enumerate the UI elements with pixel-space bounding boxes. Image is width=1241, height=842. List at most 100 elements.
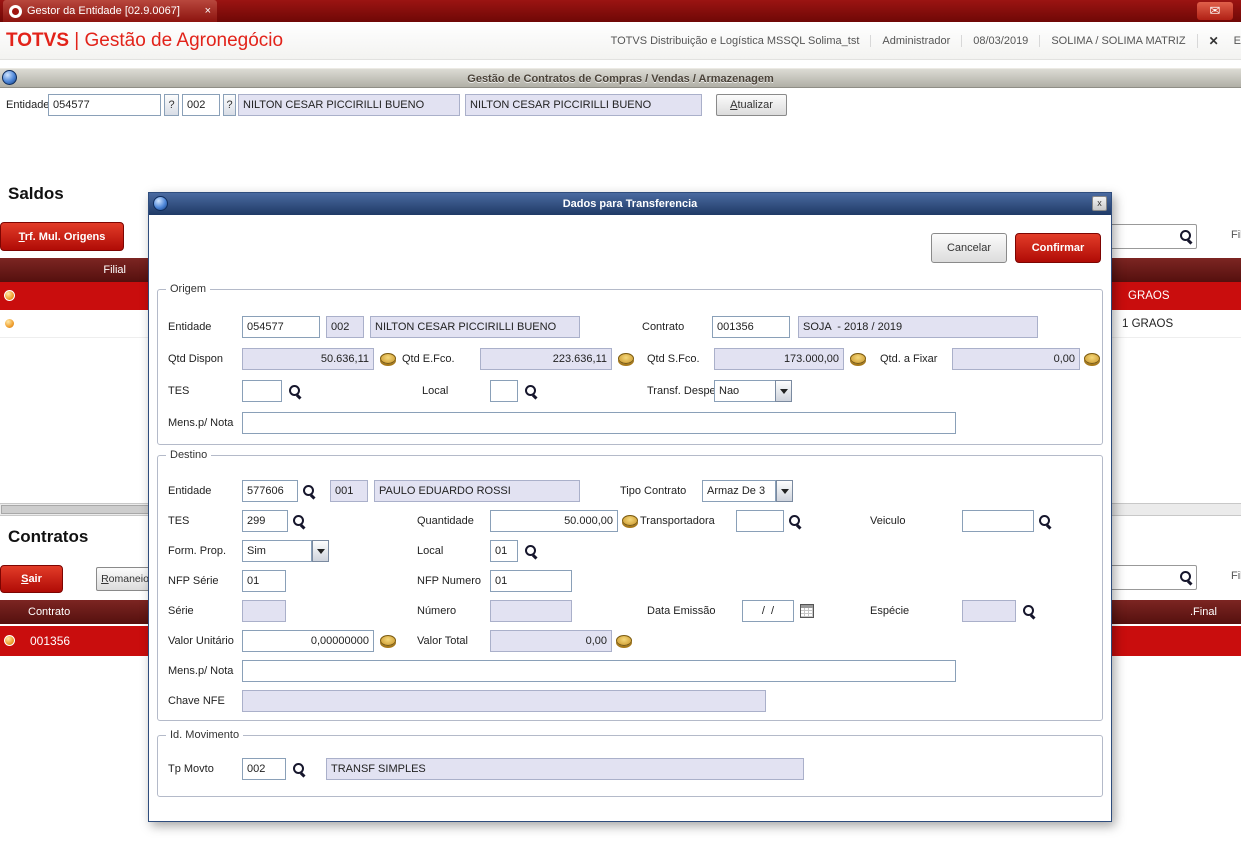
destino-local-input[interactable] — [490, 540, 518, 562]
destino-group: Destino Entidade Tipo Contrato TES Quant… — [157, 449, 1103, 721]
sair-button[interactable]: Sair — [0, 565, 63, 593]
valor-unitario-label: Valor Unitário — [168, 635, 234, 647]
company-label: SOLIMA / SOLIMA MATRIZ — [1039, 35, 1196, 47]
coin-icon[interactable] — [622, 515, 638, 526]
nfp-numero-input[interactable] — [490, 570, 572, 592]
tab-close-icon[interactable]: × — [199, 5, 211, 17]
serie-field — [242, 600, 286, 622]
dialog-close-icon[interactable]: x — [1092, 196, 1107, 211]
valor-unitario-input[interactable] — [242, 630, 374, 652]
dropdown-arrow-icon[interactable] — [776, 480, 793, 502]
quantidade-input[interactable] — [490, 510, 618, 532]
entidade-label: Entidade — [6, 99, 50, 111]
app-tab[interactable]: Gestor da Entidade [02.9.0067] × — [3, 0, 217, 22]
user-label: Administrador — [870, 35, 961, 47]
data-emissao-input[interactable] — [742, 600, 794, 622]
entidade-help-button[interactable]: ? — [164, 94, 179, 116]
transfer-dialog: Dados para Transferencia x Cancelar Conf… — [148, 192, 1112, 822]
function-bar: Gestão de Contratos de Compras / Vendas … — [0, 68, 1241, 88]
destino-mens-label: Mens.p/ Nota — [168, 665, 234, 677]
veiculo-input[interactable] — [962, 510, 1034, 532]
form-prop-combo[interactable] — [242, 540, 312, 562]
transportadora-label: Transportadora — [640, 515, 715, 527]
contratos-title: Contratos — [8, 527, 89, 546]
tipo-contrato-label: Tipo Contrato — [620, 485, 687, 497]
filter-label: Fil — [1231, 570, 1241, 582]
magnifier-icon[interactable] — [302, 484, 316, 499]
dropdown-arrow-icon[interactable] — [775, 380, 792, 402]
origem-tes-input[interactable] — [242, 380, 282, 402]
destino-tes-input[interactable] — [242, 510, 288, 532]
qtd-dispon-field — [242, 348, 374, 370]
qtd-efco-field — [480, 348, 612, 370]
magnifier-icon[interactable] — [288, 384, 302, 399]
coin-icon[interactable] — [1084, 353, 1100, 364]
origem-loja-field — [326, 316, 364, 338]
magnifier-icon[interactable] — [524, 544, 538, 559]
chave-nfe-field — [242, 690, 766, 712]
origem-group: Origem Entidade Contrato Qtd Dispon Qtd … — [157, 283, 1103, 445]
scrollbar-thumb[interactable] — [1, 505, 151, 514]
movimento-group: Id. Movimento Tp Movto — [157, 729, 1103, 797]
header-partial-text: E — [1233, 35, 1241, 47]
destino-nome-field — [374, 480, 580, 502]
destino-mens-input[interactable] — [242, 660, 956, 682]
mail-icon[interactable]: ✉ — [1197, 2, 1233, 20]
origem-mens-input[interactable] — [242, 412, 956, 434]
final-column-header: .Final — [1190, 606, 1217, 618]
magnifier-icon[interactable] — [1038, 514, 1052, 529]
destino-entidade-input[interactable] — [242, 480, 298, 502]
qtd-sfco-label: Qtd S.Fco. — [647, 353, 700, 365]
quantidade-label: Quantidade — [417, 515, 474, 527]
nfp-serie-input[interactable] — [242, 570, 286, 592]
trf-mul-origens-button[interactable]: Trf. Mul. Origens — [0, 222, 124, 251]
date-label: 08/03/2019 — [961, 35, 1039, 47]
chave-nfe-label: Chave NFE — [168, 695, 225, 707]
cancelar-button[interactable]: Cancelar — [931, 233, 1007, 263]
filial-column-header: Filial — [103, 264, 126, 276]
coin-icon[interactable] — [380, 635, 396, 646]
contrato-number: 001356 — [30, 634, 71, 648]
romaneio-button[interactable]: Romaneio — [96, 567, 154, 591]
dropdown-arrow-icon[interactable] — [312, 540, 329, 562]
store-help-button[interactable]: ? — [223, 94, 236, 116]
magnifier-icon[interactable] — [292, 762, 306, 777]
entidade-store-input[interactable] — [182, 94, 220, 116]
magnifier-icon[interactable] — [1022, 604, 1036, 619]
screen: Gestor da Entidade [02.9.0067] × ✉ TOTVS… — [0, 0, 1241, 842]
origem-contrato-input[interactable] — [712, 316, 790, 338]
calendar-icon[interactable] — [800, 604, 814, 618]
origem-nome-field — [370, 316, 580, 338]
magnifier-icon[interactable] — [292, 514, 306, 529]
tipo-contrato-combo[interactable] — [702, 480, 776, 502]
search-icon[interactable] — [1179, 570, 1193, 585]
header-close-icon[interactable]: ✕ — [1196, 34, 1230, 48]
dialog-titlebar: Dados para Transferencia — [149, 193, 1111, 215]
coin-icon[interactable] — [850, 353, 866, 364]
serie-label: Série — [168, 605, 194, 617]
magnifier-icon[interactable] — [524, 384, 538, 399]
nfp-numero-label: NFP Numero — [417, 575, 481, 587]
origem-local-input[interactable] — [490, 380, 518, 402]
qtd-fixar-label: Qtd. a Fixar — [880, 353, 938, 365]
nfp-serie-label: NFP Série — [168, 575, 219, 587]
origem-entidade-input[interactable] — [242, 316, 320, 338]
row-status-icon — [4, 318, 15, 329]
transf-despesa-combo[interactable] — [714, 380, 776, 402]
saldos-row2-product: 1 GRAOS — [1122, 318, 1174, 330]
valor-total-field — [490, 630, 612, 652]
magnifier-icon[interactable] — [788, 514, 802, 529]
tp-movto-input[interactable] — [242, 758, 286, 780]
transportadora-input[interactable] — [736, 510, 784, 532]
search-icon[interactable] — [1179, 229, 1193, 244]
coin-icon[interactable] — [380, 353, 396, 364]
qtd-dispon-label: Qtd Dispon — [168, 353, 224, 365]
header-info: TOTVS Distribuição e Logística MSSQL Sol… — [600, 22, 1241, 60]
data-emissao-label: Data Emissão — [647, 605, 716, 617]
coin-icon[interactable] — [618, 353, 634, 364]
qtd-sfco-field — [714, 348, 844, 370]
coin-icon[interactable] — [616, 635, 632, 646]
atualizar-button[interactable]: Atualizar — [716, 94, 787, 116]
confirmar-button[interactable]: Confirmar — [1015, 233, 1101, 263]
entidade-code-input[interactable] — [48, 94, 161, 116]
